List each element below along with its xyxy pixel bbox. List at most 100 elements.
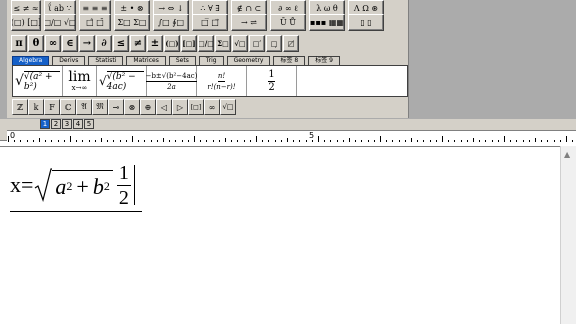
ruler-tick <box>163 138 164 142</box>
ruler-tick <box>367 140 369 142</box>
parentheses-button[interactable]: (□) <box>164 35 180 52</box>
tab-geometry[interactable]: Geometry <box>226 56 271 65</box>
ruler-tick <box>32 140 34 142</box>
template-combination[interactable]: n! r!(n−r)! <box>197 66 247 96</box>
ruler-tick <box>417 140 419 142</box>
tab-9[interactable]: 标签 9 <box>308 56 340 65</box>
size-button-1[interactable]: 1 <box>40 119 50 129</box>
partial-button[interactable]: ∂ <box>96 35 112 52</box>
overbar-templates-button[interactable]: □̅ □⃗ <box>192 14 228 31</box>
left-triangle-button[interactable]: ◁ <box>156 99 172 115</box>
ruler-tick <box>125 140 127 142</box>
plus-minus-button[interactable]: ± <box>147 35 163 52</box>
product-templates-button[interactable]: Ū Ů <box>270 14 306 31</box>
subscript-button[interactable]: □̣ <box>266 35 282 52</box>
var-a: a <box>55 173 67 199</box>
complex-symbol-button[interactable]: ℂ <box>60 99 76 115</box>
arrow-button[interactable]: → <box>79 35 95 52</box>
template-one-half[interactable]: 1 2 <box>247 66 297 96</box>
size-button-3[interactable]: 3 <box>62 119 72 129</box>
ruler-tick <box>504 136 505 142</box>
plus-sign: + <box>76 173 89 199</box>
ruler-tick <box>466 140 468 142</box>
template-discriminant[interactable]: √ √(b² − 4ac) <box>97 66 147 96</box>
ruler-tick <box>572 140 574 142</box>
ruler-tick <box>392 140 394 142</box>
ruler-tick <box>218 140 220 142</box>
template-empty-slot[interactable] <box>297 66 407 96</box>
matrix-templates-button[interactable]: ▪▪▪ ▦▦ <box>309 14 345 31</box>
fence-templates-button[interactable]: (□) [□] <box>11 14 41 31</box>
ruler-tick <box>274 140 276 142</box>
multimap-button[interactable]: ⊸ <box>108 99 124 115</box>
equation[interactable]: x= a2 + b2 1 2 <box>10 160 135 210</box>
ruler[interactable]: 0 5 <box>7 130 576 142</box>
ruler-tick <box>88 140 90 142</box>
element-of-button[interactable]: ∈ <box>62 35 78 52</box>
ruler-tick <box>522 140 524 142</box>
theta-button[interactable]: θ <box>28 35 44 52</box>
tab-matrices[interactable]: Matrices <box>126 56 166 65</box>
less-equal-button[interactable]: ≤ <box>113 35 129 52</box>
ruler-tick <box>144 140 146 142</box>
ruler-tick <box>287 138 288 142</box>
size-button-4[interactable]: 4 <box>73 119 83 129</box>
ruler-tick <box>435 140 437 142</box>
template-limit[interactable]: lim x→∞ <box>63 66 97 96</box>
integral-templates-button[interactable]: ∫□ ∮□ <box>153 14 189 31</box>
right-triangle-button[interactable]: ▷ <box>172 99 188 115</box>
tab-statistics[interactable]: Statisti <box>88 56 124 65</box>
summation-button[interactable]: Σ□ <box>215 35 231 52</box>
ruler-tick <box>547 140 549 142</box>
tab-sets[interactable]: Sets <box>168 56 196 65</box>
pi-button[interactable]: π <box>11 35 27 52</box>
infinity-button[interactable]: ∞ <box>45 35 61 52</box>
ruler-label-5: 5 <box>309 131 315 140</box>
ruler-tick <box>256 136 257 142</box>
fraktur-a-button[interactable]: 𝔄 <box>76 99 92 115</box>
ruler-tick <box>132 136 133 142</box>
tab-trig[interactable]: Trig <box>198 56 224 65</box>
ruler-tick <box>305 140 307 142</box>
tab-derivs[interactable]: Derivs <box>52 56 86 65</box>
ruler-tick <box>473 138 474 142</box>
template-quadratic-formula[interactable]: −b±√(b²−4ac) 2a <box>145 66 198 96</box>
subscript-templates-button[interactable]: □̂ □̄ <box>79 14 111 31</box>
infinity-small-button[interactable]: ∞ <box>204 99 220 115</box>
ruler-tick <box>119 140 121 142</box>
integers-symbol-button[interactable]: ℤ <box>12 99 28 115</box>
fraktur-m-button[interactable]: 𝔐 <box>92 99 108 115</box>
size-button-2[interactable]: 2 <box>51 119 61 129</box>
radicand: a2 + b2 <box>52 170 113 202</box>
k-symbol-button[interactable]: k <box>28 99 44 115</box>
circled-plus-button[interactable]: ⊕ <box>140 99 156 115</box>
ruler-tick <box>26 140 28 142</box>
ruler-tick <box>355 140 357 142</box>
tab-8[interactable]: 标签 8 <box>273 56 306 65</box>
ruler-tick <box>156 140 158 142</box>
root-small-button[interactable]: √□ <box>220 99 236 115</box>
overstrike-button[interactable]: □̸ <box>283 35 299 52</box>
scroll-up-arrow-icon[interactable]: ▲ <box>564 150 570 159</box>
toolbar-area: ≤ ≠ ≈ ΐ ab ∵ ≡ ≡ ≡ ± • ⊗ → ⇔ ↓ ∴ ∀ ∃ ∉ ∩… <box>0 0 576 119</box>
ruler-tick <box>516 140 518 142</box>
bracket-template-button[interactable]: [□] <box>188 99 204 115</box>
fraction-radical-templates-button[interactable]: □/□ √□ <box>44 14 76 31</box>
ruler-tick <box>225 138 226 142</box>
vertical-scrollbar[interactable]: ▲ <box>560 146 576 324</box>
tab-algebra[interactable]: Algebra <box>12 56 50 65</box>
circled-times-button[interactable]: ⊗ <box>124 99 140 115</box>
size-button-5[interactable]: 5 <box>84 119 94 129</box>
ruler-tick <box>45 140 47 142</box>
brackets-button[interactable]: [□] <box>181 35 197 52</box>
size-buttons: 1 2 3 4 5 <box>40 119 94 130</box>
square-root-button[interactable]: √□ <box>232 35 248 52</box>
template-hypotenuse[interactable]: √ √(a² + b²) <box>13 66 63 96</box>
not-equal-button[interactable]: ≠ <box>130 35 146 52</box>
summation-templates-button[interactable]: Σ□ Σ□ <box>114 14 150 31</box>
fraction-button[interactable]: □/□ <box>198 35 214 52</box>
box-templates-button[interactable]: ▯ ▯ <box>348 14 384 31</box>
superscript-button[interactable]: □′ <box>249 35 265 52</box>
f-symbol-button[interactable]: F <box>44 99 60 115</box>
labeled-arrow-templates-button[interactable]: → ⇌ <box>231 14 267 31</box>
